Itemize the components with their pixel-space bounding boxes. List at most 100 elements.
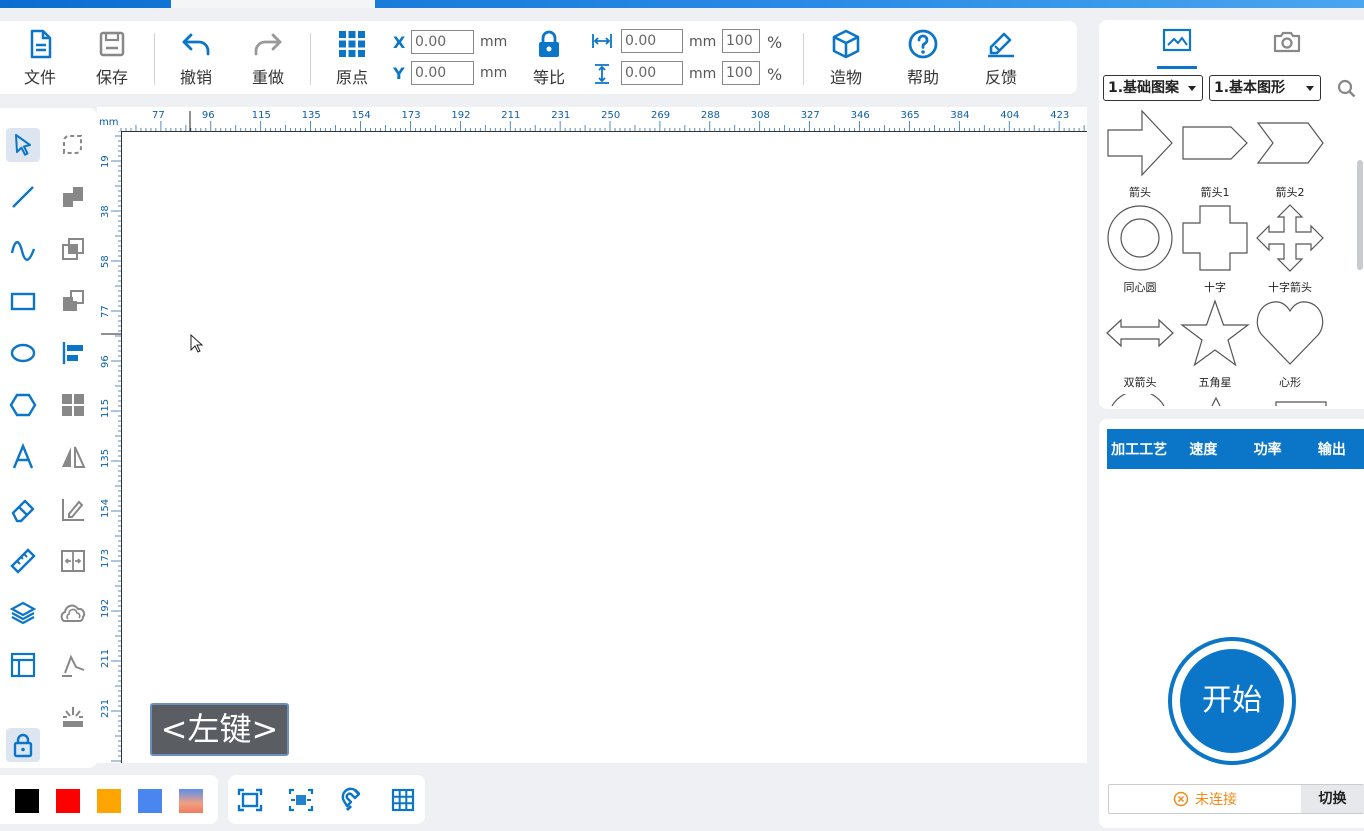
redo-button[interactable]: 重做 — [236, 28, 300, 92]
magnet-snap-icon[interactable] — [338, 787, 366, 813]
width-input[interactable]: 0.00 — [621, 29, 683, 53]
ruler-tick-label: 231 — [100, 699, 111, 718]
shape-name: 五角星 — [1198, 376, 1232, 389]
pen-path-tool[interactable] — [56, 648, 90, 682]
pen-nib-icon — [62, 654, 85, 677]
rectangle-tool[interactable] — [6, 284, 40, 318]
ruler-tick-label: 250 — [601, 110, 620, 121]
shape-cross-arrow[interactable]: 十字箭头 — [1254, 203, 1326, 295]
mirror-tool[interactable] — [56, 440, 90, 474]
y-label: Y — [393, 64, 405, 83]
line-tool[interactable] — [6, 180, 40, 214]
camera-tab-icon[interactable] — [1270, 26, 1304, 56]
layers-icon — [9, 601, 37, 625]
color-swatch-blue[interactable] — [138, 789, 162, 813]
feedback-button[interactable]: 反馈 — [969, 28, 1033, 92]
shape-concentric-circle[interactable]: 同心圆 — [1104, 203, 1176, 295]
align-tool[interactable] — [56, 336, 90, 370]
search-icon[interactable] — [1337, 79, 1357, 99]
intersect-tool[interactable] — [56, 232, 90, 266]
shape-arrow2[interactable]: 箭头2 — [1254, 108, 1326, 200]
shape-cross[interactable]: 十字 — [1179, 203, 1251, 295]
mirror-icon — [62, 446, 86, 468]
split-tool[interactable] — [56, 544, 90, 578]
outline-offset-tool[interactable] — [56, 596, 90, 630]
chevron-down-icon — [1188, 86, 1196, 91]
color-swatch-black[interactable] — [15, 789, 39, 813]
line-icon — [12, 186, 34, 208]
horizontal-ruler-scale: mm 77 96 115 135 154 173 192 211 231 250 269 288 308 3… — [99, 110, 1085, 131]
shape-name: 心形 — [1279, 376, 1301, 389]
color-swatch-red[interactable] — [56, 789, 80, 813]
measure-tool[interactable] — [6, 544, 40, 578]
ruler-tick-label: 327 — [801, 110, 820, 121]
curve-icon — [10, 241, 36, 261]
grid-origin-icon — [339, 31, 365, 57]
laser-icon — [63, 707, 83, 727]
lock-tool[interactable] — [6, 728, 40, 762]
origin-button[interactable]: 原点 — [320, 28, 384, 92]
shape-star[interactable]: 五角星 — [1179, 298, 1251, 390]
height-percent-input[interactable]: 100 — [722, 61, 760, 85]
width-percent-sign: % — [767, 33, 783, 52]
file-button[interactable]: 文件 — [8, 28, 72, 92]
union-tool[interactable] — [56, 180, 90, 214]
proportional-lock-button[interactable]: 等比 — [517, 28, 581, 92]
shape-arrow1[interactable]: 箭头1 — [1179, 108, 1251, 200]
help-icon — [908, 29, 938, 59]
shape-heart[interactable]: 心形 — [1254, 298, 1326, 390]
vertical-ruler-scale: 19 38 58 77 96 115 135 154 173 192 211 231 — [100, 131, 121, 762]
height-percent-sign: % — [767, 65, 783, 84]
shape-name: 双箭头 — [1123, 376, 1157, 389]
ruler-tick-label: 77 — [152, 110, 165, 121]
fit-view-icon[interactable] — [236, 787, 264, 813]
col-output: 输出 — [1317, 442, 1346, 458]
drawing-canvas[interactable] — [121, 131, 1087, 763]
layout-icon — [10, 652, 36, 678]
cube-icon — [832, 29, 860, 59]
toolbar-divider — [154, 33, 155, 85]
x-input[interactable]: 0.00 — [411, 30, 474, 54]
color-swatch-orange[interactable] — [97, 789, 121, 813]
chevron-down-icon — [1306, 86, 1314, 91]
shape-double-arrow[interactable]: 双箭头 — [1104, 298, 1176, 390]
image-library-tab-icon[interactable] — [1160, 26, 1194, 56]
laser-tool[interactable] — [56, 700, 90, 734]
undo-button[interactable]: 撤销 — [164, 28, 228, 92]
library-scrollbar[interactable] — [1357, 160, 1363, 270]
height-input[interactable]: 0.00 — [621, 61, 683, 85]
subtract-tool[interactable] — [56, 284, 90, 318]
category-select[interactable]: 1.基础图案 — [1103, 75, 1203, 101]
origin-label: 原点 — [335, 68, 368, 87]
curve-tool[interactable] — [6, 232, 40, 266]
eraser-tool[interactable] — [6, 492, 40, 526]
y-unit: mm — [480, 65, 508, 81]
layout-tool[interactable] — [6, 648, 40, 682]
layers-tool[interactable] — [6, 596, 40, 630]
switch-device-button[interactable]: 切换 — [1301, 785, 1364, 813]
fit-selection-icon[interactable] — [287, 787, 315, 813]
connection-status[interactable]: 未连接 — [1109, 785, 1301, 813]
array-tool[interactable] — [56, 388, 90, 422]
help-button[interactable]: 帮助 — [891, 28, 955, 92]
select-tool[interactable] — [6, 128, 40, 162]
ellipse-tool[interactable] — [6, 336, 40, 370]
build-button[interactable]: 造物 — [814, 28, 878, 92]
heart-icon — [1256, 301, 1324, 365]
polygon-tool[interactable] — [6, 388, 40, 422]
save-button[interactable]: 保存 — [80, 28, 144, 92]
color-swatch-image[interactable] — [179, 789, 203, 813]
node-edit-tool[interactable] — [56, 128, 90, 162]
subcategory-select[interactable]: 1.基本图形 — [1209, 75, 1321, 101]
ellipse-icon — [10, 343, 36, 363]
start-button[interactable]: 开始 — [1180, 649, 1284, 753]
pen-draw-tool[interactable] — [56, 492, 90, 526]
shape-arrow[interactable]: 箭头 — [1104, 108, 1176, 200]
ruler-tick-label: 192 — [451, 110, 470, 121]
layer-color-bar — [0, 775, 218, 824]
width-percent-input[interactable]: 100 — [722, 29, 760, 53]
grid-toggle-icon[interactable] — [389, 787, 417, 813]
ruler-tick-label: 154 — [352, 110, 371, 121]
y-input[interactable]: 0.00 — [411, 61, 474, 85]
text-tool[interactable] — [6, 440, 40, 474]
